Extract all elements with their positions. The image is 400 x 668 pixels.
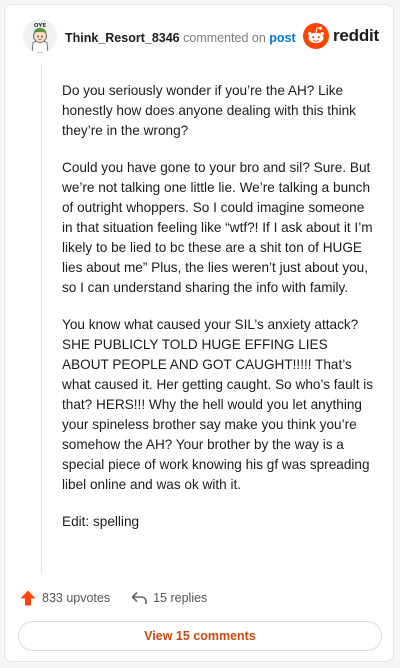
reddit-logo[interactable]: reddit	[302, 22, 379, 50]
comment-header: OYE Think_Resort_8346 commented on post	[23, 19, 379, 55]
upvote-count: 833 upvotes	[42, 591, 111, 605]
comment-actions: 833 upvotes 15 replies	[19, 587, 207, 609]
reddit-snoo-icon	[302, 23, 329, 49]
comment-card: OYE Think_Resort_8346 commented on post	[4, 4, 394, 662]
comment-paragraph: You know what caused your SIL’s anxiety …	[62, 317, 374, 492]
comment-paragraph: Do you seriously wonder if you’re the AH…	[62, 83, 356, 138]
avatar[interactable]: OYE	[23, 19, 57, 53]
reddit-wordmark: reddit	[332, 26, 379, 45]
upvote-button[interactable]: 833 upvotes	[19, 589, 110, 607]
username-link[interactable]: Think_Resort_8346	[65, 31, 180, 45]
comment-body: Do you seriously wonder if you’re the AH…	[62, 81, 376, 549]
post-link[interactable]: post	[269, 31, 295, 45]
upvote-arrow-icon	[20, 590, 36, 606]
commented-on-text: commented on	[183, 31, 266, 45]
comment-paragraph: Edit: spelling	[62, 514, 140, 529]
reply-button[interactable]: 15 replies	[130, 590, 207, 606]
comment-paragraph: Could you have gone to your bro and sil?…	[62, 160, 373, 295]
reply-count: 15 replies	[153, 591, 208, 605]
view-comments-button[interactable]: View 15 comments	[18, 621, 382, 651]
avatar-icon: OYE	[23, 19, 57, 53]
reply-arrow-icon	[131, 592, 147, 605]
thread-line[interactable]	[41, 63, 42, 573]
comment-meta: Think_Resort_8346 commented on post	[65, 31, 296, 45]
